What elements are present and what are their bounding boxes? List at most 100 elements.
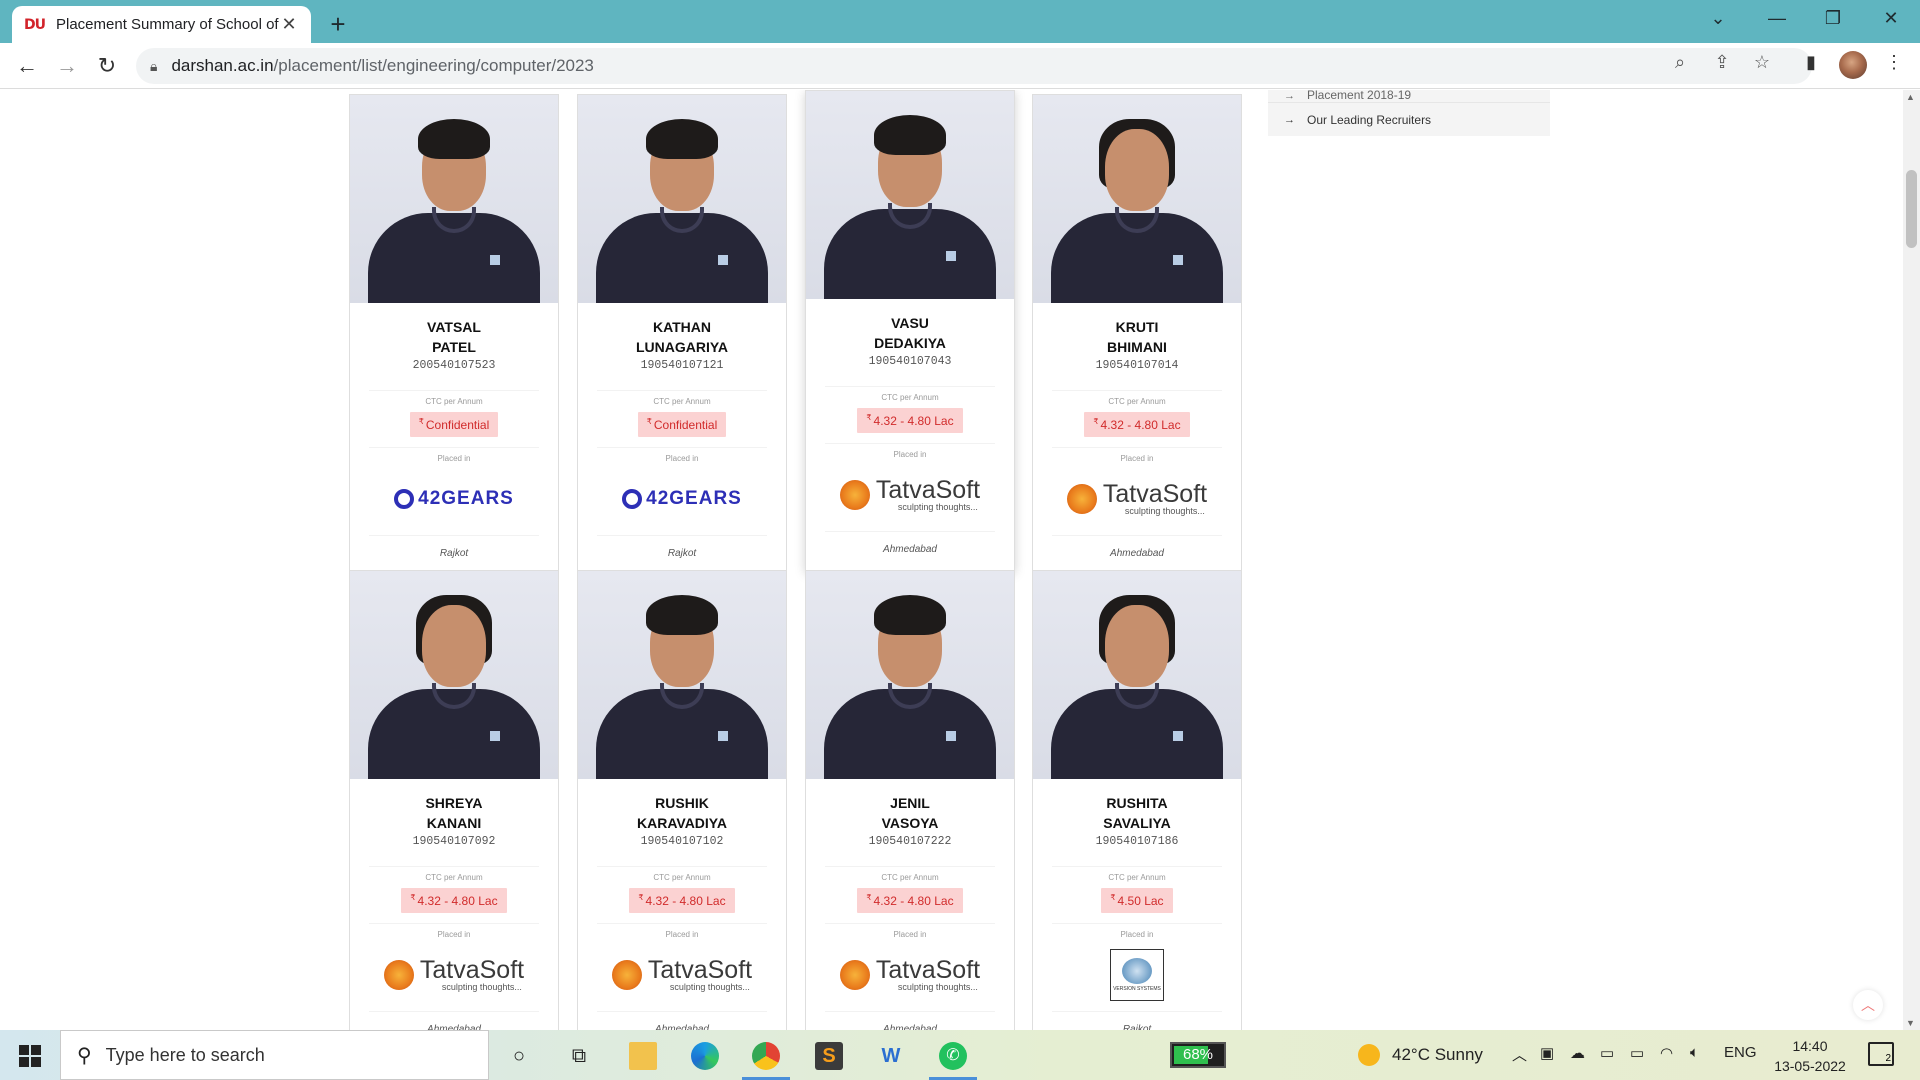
scroll-to-top-button[interactable]: ︿ [1853, 990, 1883, 1020]
student-card[interactable]: KRUTI BHIMANI 190540107014 CTC per Annum … [1032, 94, 1242, 576]
zoom-icon[interactable]: ⌕ [1667, 52, 1693, 73]
menu-kebab-icon[interactable]: ⋮ [1880, 52, 1908, 73]
tab-search-chevron-icon[interactable]: ⌄ [1703, 8, 1733, 29]
ctc-label: CTC per Annum [369, 866, 539, 882]
battery-icon[interactable]: ▭ [1630, 1044, 1644, 1062]
close-window-button[interactable]: ✕ [1876, 8, 1906, 29]
student-photo [1033, 571, 1241, 779]
ctc-label: CTC per Annum [369, 390, 539, 406]
rupee-icon: ₹ [418, 417, 424, 426]
address-bar[interactable]: 🔒︎ darshan.ac.in/placement/list/engineer… [136, 48, 1812, 84]
windows-start-icon[interactable] [19, 1045, 41, 1067]
student-photo [350, 95, 558, 303]
file-explorer-icon[interactable] [629, 1042, 657, 1070]
side-panel-icon[interactable]: ▮ [1797, 52, 1825, 73]
new-tab-button[interactable]: + [324, 9, 352, 40]
weather-widget[interactable]: 42°C Sunny [1358, 1044, 1483, 1066]
placed-label: Placed in [1052, 447, 1222, 463]
student-card[interactable]: SHREYA KANANI 190540107092 CTC per Annum … [349, 570, 559, 1030]
back-arrow-icon[interactable]: ← [12, 53, 42, 79]
display-icon[interactable]: ▭ [1600, 1044, 1614, 1062]
page-scrollbar[interactable]: ▲ ▼ [1903, 90, 1920, 1030]
sidebar-item-placement-2018-19[interactable]: → Placement 2018-19 [1268, 90, 1550, 102]
sun-icon [1358, 1044, 1380, 1066]
student-card-hovered[interactable]: VASU DEDAKIYA 190540107043 CTC per Annum … [805, 90, 1015, 572]
notification-center-icon[interactable]: 2 [1868, 1042, 1894, 1066]
bookmark-star-icon[interactable]: ☆ [1749, 52, 1775, 73]
close-tab-icon[interactable]: ✕ [279, 14, 299, 35]
rupee-icon: ₹ [1093, 417, 1099, 426]
placed-label: Placed in [825, 923, 995, 939]
chrome-browser-icon[interactable] [742, 1042, 790, 1080]
browser-toolbar: ← → ↻ 🔒︎ darshan.ac.in/placement/list/en… [0, 43, 1920, 89]
ctc-label: CTC per Annum [597, 866, 767, 882]
sublime-text-icon[interactable]: S [815, 1042, 843, 1070]
wifi-icon[interactable]: ◠ [1660, 1044, 1673, 1062]
sidebar-item-leading-recruiters[interactable]: → Our Leading Recruiters [1268, 102, 1550, 136]
student-name: KATHAN LUNAGARIYA [635, 319, 729, 355]
student-photo [350, 571, 558, 779]
page-viewport: VATSAL PATEL 200540107523 CTC per Annum ₹… [0, 90, 1920, 1030]
ctc-badge: ₹ Confidential [409, 412, 499, 437]
ctc-label: CTC per Annum [1052, 866, 1222, 882]
restore-button[interactable]: ❐ [1818, 8, 1848, 29]
ctc-label: CTC per Annum [825, 386, 995, 402]
company-logo: TatvaSoft sculpting thoughts... [806, 947, 1014, 1003]
ctc-label: CTC per Annum [825, 866, 995, 882]
student-card[interactable]: JENIL VASOYA 190540107222 CTC per Annum ₹… [805, 570, 1015, 1030]
tab-placement-summary[interactable]: DU Placement Summary of School of ✕ [12, 6, 311, 43]
placed-label: Placed in [597, 923, 767, 939]
cortana-icon[interactable]: ○ [505, 1042, 533, 1070]
company-logo: 42GEARS [578, 471, 786, 527]
show-hidden-icons-chevron-icon[interactable]: ︿ [1512, 1044, 1527, 1065]
scrollbar-thumb[interactable] [1906, 170, 1917, 248]
windows-taskbar: ⚲ Type here to search ○ ⧉ S W ✆ 68% 42°C… [0, 1030, 1920, 1080]
company-logo: VERSION SYSTEMS [1033, 947, 1241, 1003]
language-indicator[interactable]: ENG [1724, 1044, 1757, 1061]
search-placeholder: Type here to search [105, 1044, 265, 1065]
student-card[interactable]: KATHAN LUNAGARIYA 190540107121 CTC per An… [577, 94, 787, 576]
arrow-right-icon: → [1284, 90, 1295, 102]
forward-arrow-icon[interactable]: → [52, 53, 82, 79]
whatsapp-icon[interactable]: ✆ [929, 1042, 977, 1080]
volume-icon[interactable]: 🔈︎ [1690, 1044, 1699, 1061]
cloud-icon[interactable]: ☁ [1570, 1044, 1585, 1062]
version-systems-logo-icon [1122, 958, 1152, 984]
placed-label: Placed in [1052, 923, 1222, 939]
url-text[interactable]: darshan.ac.in/placement/list/engineering… [171, 56, 593, 76]
edge-browser-icon[interactable] [691, 1042, 719, 1070]
student-photo [578, 571, 786, 779]
lock-icon[interactable]: 🔒︎ [150, 58, 157, 75]
student-card[interactable]: VATSAL PATEL 200540107523 CTC per Annum ₹… [349, 94, 559, 576]
city: Ahmedabad [1052, 535, 1222, 575]
rupee-icon: ₹ [866, 893, 872, 902]
ctc-badge: ₹4.50 Lac [1101, 888, 1173, 913]
enrollment-number: 190540107186 [1095, 835, 1179, 848]
student-name: KRUTI BHIMANI [1107, 319, 1167, 355]
minimize-button[interactable]: — [1762, 8, 1792, 29]
app-icon[interactable]: W [877, 1042, 905, 1070]
task-view-icon[interactable]: ⧉ [565, 1042, 593, 1070]
ctc-badge: ₹4.32 - 4.80 Lac [857, 888, 963, 913]
placed-label: Placed in [825, 443, 995, 459]
share-icon[interactable]: ⇪ [1709, 52, 1735, 73]
student-photo [578, 95, 786, 303]
rupee-icon: ₹ [1110, 893, 1116, 902]
student-photo [806, 91, 1014, 299]
taskbar-search-box[interactable]: ⚲ Type here to search [60, 1030, 489, 1080]
scroll-down-arrow-icon: ▼ [1906, 1018, 1915, 1028]
darshan-favicon-icon: DU [24, 16, 46, 33]
enrollment-number: 190540107121 [640, 359, 724, 372]
clock[interactable]: 14:40 13-05-2022 [1770, 1036, 1850, 1076]
scroll-up-arrow-icon: ▲ [1906, 92, 1915, 102]
profile-avatar[interactable] [1839, 51, 1867, 79]
reload-icon[interactable]: ↻ [92, 53, 122, 79]
student-name: VASU DEDAKIYA [874, 315, 946, 351]
student-card[interactable]: RUSHIK KARAVADIYA 190540107102 CTC per An… [577, 570, 787, 1030]
meet-icon[interactable]: ▣ [1540, 1044, 1554, 1062]
ctc-badge: ₹4.32 - 4.80 Lac [629, 888, 735, 913]
student-card[interactable]: RUSHITA SAVALIYA 190540107186 CTC per Ann… [1032, 570, 1242, 1030]
arrow-right-icon: → [1284, 113, 1295, 126]
rupee-icon: ₹ [410, 893, 416, 902]
battery-indicator[interactable]: 68% [1170, 1042, 1226, 1068]
